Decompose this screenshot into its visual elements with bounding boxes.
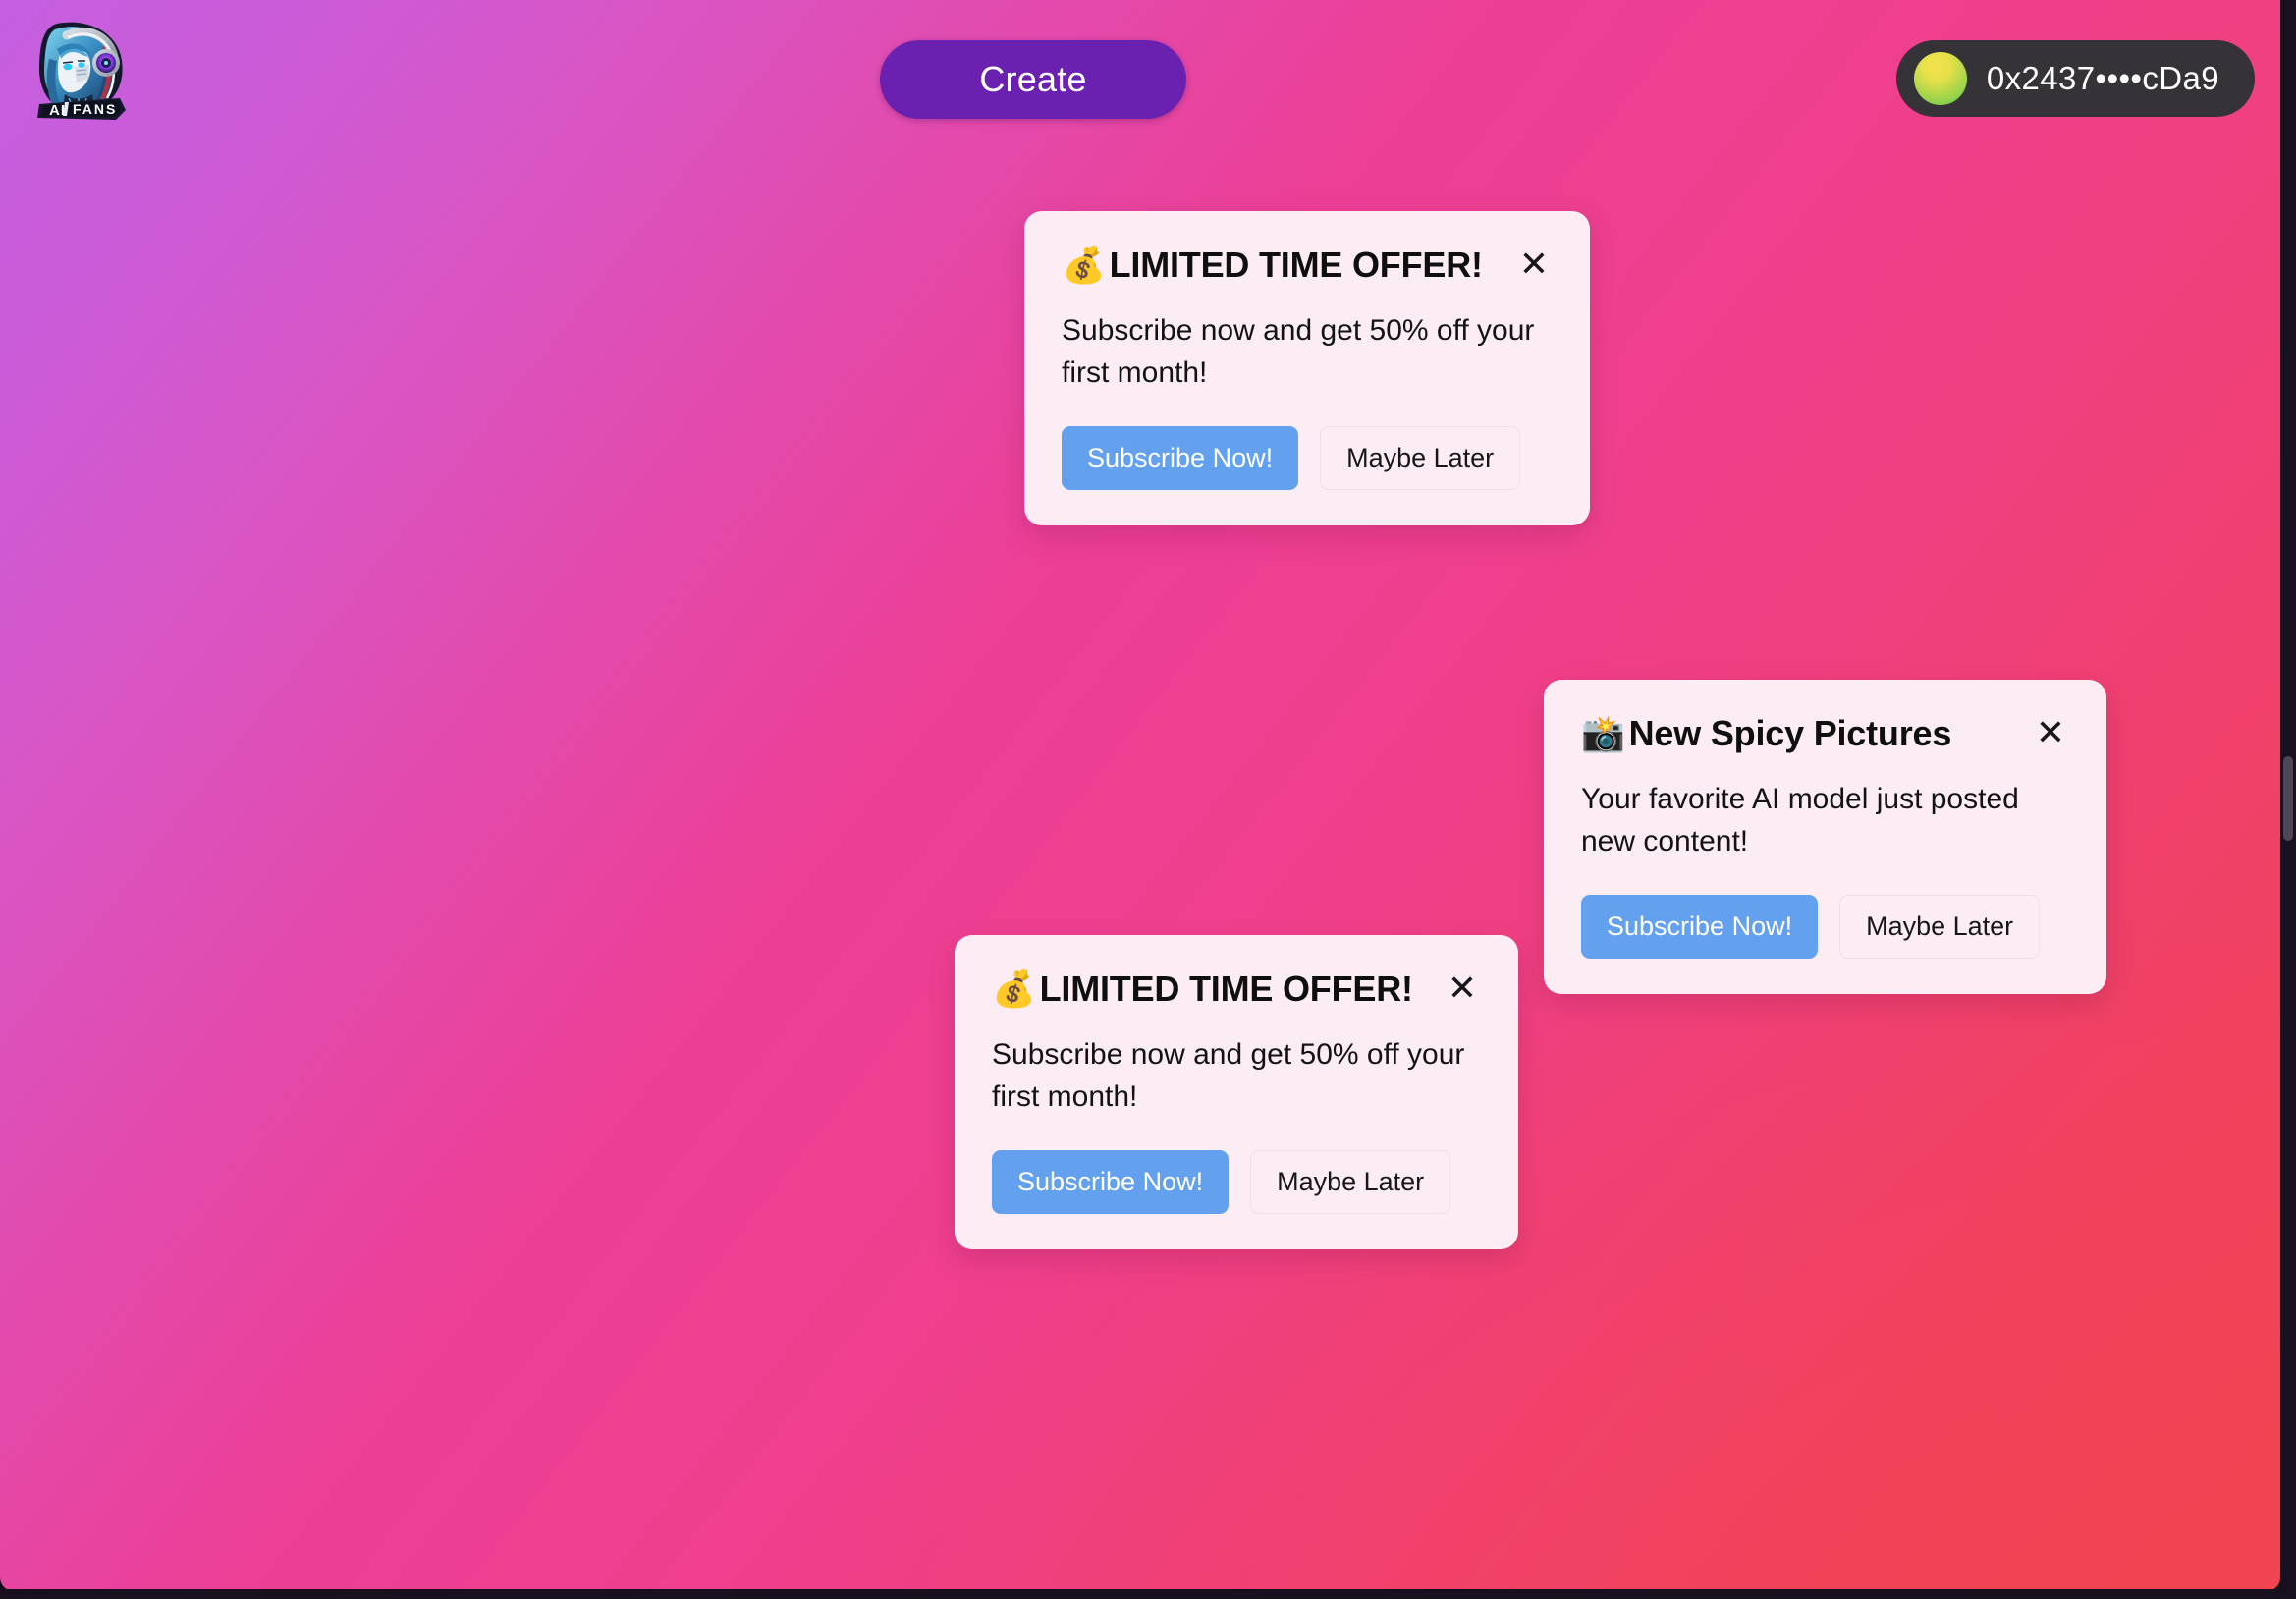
app-viewport: AI FANS Create 0x2437••••cDa9 💰 LIMITED T… (0, 0, 2280, 1591)
toast-actions: Subscribe Now! Maybe Later (1581, 894, 2069, 959)
toast-notification: 💰 LIMITED TIME OFFER! ✕ Subscribe now and… (1024, 211, 1590, 525)
scrollbar-thumb[interactable] (2283, 756, 2293, 841)
close-icon[interactable]: ✕ (1515, 245, 1553, 284)
toast-body: Subscribe now and get 50% off your first… (1062, 314, 1535, 389)
toast-title: 💰 LIMITED TIME OFFER! (992, 968, 1413, 1009)
toast-notification: 📸 New Spicy Pictures ✕ Your favorite AI m… (1544, 680, 2106, 994)
subscribe-now-button[interactable]: Subscribe Now! (1581, 894, 1819, 959)
wallet-address: 0x2437••••cDa9 (1986, 60, 2219, 96)
toast-title-text: LIMITED TIME OFFER! (1109, 245, 1483, 285)
maybe-later-button[interactable]: Maybe Later (1320, 425, 1521, 490)
maybe-later-button[interactable]: Maybe Later (1839, 894, 2041, 959)
toast-header: 📸 New Spicy Pictures ✕ (1581, 713, 2069, 753)
money-bag-icon: 💰 (992, 968, 1036, 1009)
toast-notification: 💰 LIMITED TIME OFFER! ✕ Subscribe now and… (955, 935, 1518, 1249)
svg-text:FANS: FANS (73, 101, 117, 117)
create-button[interactable]: Create (880, 40, 1186, 119)
camera-flash-icon: 📸 (1581, 713, 1625, 753)
toast-title: 💰 LIMITED TIME OFFER! (1062, 245, 1483, 285)
close-icon[interactable]: ✕ (2032, 713, 2069, 752)
toast-body: Your favorite AI model just posted new c… (1581, 783, 2019, 857)
money-bag-icon: 💰 (1062, 245, 1106, 285)
toast-title-text: LIMITED TIME OFFER! (1039, 968, 1413, 1009)
close-icon[interactable]: ✕ (1444, 968, 1481, 1008)
subscribe-now-button[interactable]: Subscribe Now! (992, 1149, 1230, 1214)
subscribe-now-button[interactable]: Subscribe Now! (1062, 425, 1299, 490)
wallet-pill[interactable]: 0x2437••••cDa9 (1895, 40, 2255, 117)
ai-fans-logo[interactable]: AI FANS (27, 16, 137, 126)
ai-fans-logo-icon: AI FANS (37, 22, 126, 120)
toast-title: 📸 New Spicy Pictures (1581, 713, 1951, 753)
vertical-scrollbar[interactable] (2280, 0, 2296, 1599)
toast-body: Subscribe now and get 50% off your first… (992, 1038, 1465, 1113)
toast-title-text: New Spicy Pictures (1628, 713, 1952, 753)
wallet-avatar-icon (1913, 52, 1967, 105)
window-bottom-edge (0, 1589, 2296, 1599)
toast-header: 💰 LIMITED TIME OFFER! ✕ (992, 968, 1481, 1009)
toast-header: 💰 LIMITED TIME OFFER! ✕ (1062, 245, 1553, 285)
toast-actions: Subscribe Now! Maybe Later (1062, 425, 1553, 490)
maybe-later-button[interactable]: Maybe Later (1250, 1149, 1451, 1214)
toast-actions: Subscribe Now! Maybe Later (992, 1149, 1481, 1214)
svg-text:AI: AI (49, 102, 66, 119)
